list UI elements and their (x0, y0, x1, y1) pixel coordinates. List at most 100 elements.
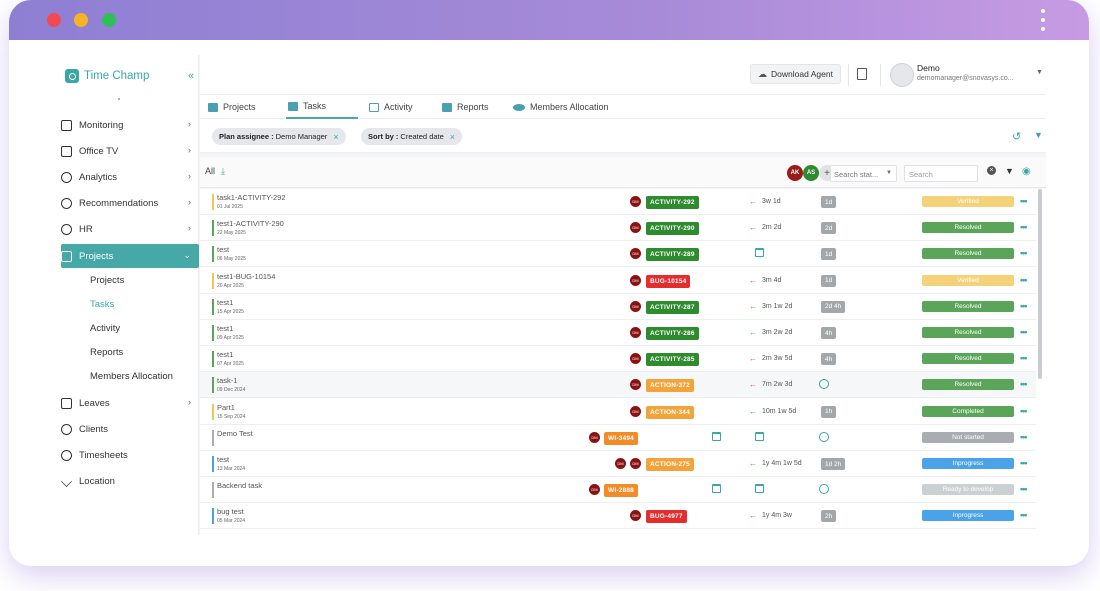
table-row[interactable]: task-1 09 Dec 2024 DM ACTION-372 ← 7m 2w 3d Re… (200, 372, 1036, 399)
task-key-badge[interactable]: ACTIVITY-292 (646, 196, 699, 209)
task-name[interactable]: Backend task (217, 481, 262, 490)
task-key-badge[interactable]: ACTION-372 (646, 379, 694, 393)
window-menu-icon[interactable] (1040, 6, 1046, 34)
status-badge[interactable]: Resolved (922, 353, 1014, 365)
table-row[interactable]: test1-ACTIVITY-290 22 May 2025 DM ACTIVITY-… (200, 215, 1036, 242)
sidebar-item-hr[interactable]: HR › (61, 217, 199, 241)
sidebar-item-analytics[interactable]: Analytics › (61, 165, 199, 189)
more-options-icon[interactable]: ••• (1020, 196, 1028, 206)
status-badge[interactable]: Resolved (922, 222, 1014, 234)
status-badge[interactable]: Verified (922, 274, 1014, 286)
more-options-icon[interactable]: ••• (1020, 327, 1028, 337)
status-badge[interactable]: Inprogress (922, 458, 1014, 469)
status-search-select[interactable]: Search stat... ▼ (830, 165, 897, 182)
avatar[interactable]: AS (803, 165, 819, 181)
task-key-badge[interactable]: WI-2888 (604, 484, 638, 498)
sidebar-item-recommendations[interactable]: Recommendations › (61, 191, 199, 215)
task-key-badge[interactable]: BUG-10154 (646, 274, 691, 288)
table-row[interactable]: task1-ACTIVITY-292 01 Jul 2025 DM ACTIVITY-… (200, 189, 1036, 215)
scrollbar[interactable] (1038, 189, 1042, 379)
task-name[interactable]: test1 (217, 324, 233, 333)
task-key-badge[interactable]: ACTION-344 (646, 405, 694, 419)
sidebar-item-clients[interactable]: Clients (61, 417, 199, 441)
task-name[interactable]: test1-BUG-10154 (217, 272, 275, 281)
sidebar-item-monitoring[interactable]: Monitoring › (61, 113, 199, 137)
more-options-icon[interactable]: ••• (1020, 248, 1028, 258)
status-badge[interactable]: Resolved (922, 327, 1014, 338)
status-badge[interactable]: Verified (922, 196, 1014, 207)
task-name[interactable]: task-1 (217, 376, 237, 385)
tab-reports[interactable]: Reports (442, 95, 489, 119)
status-badge[interactable]: Resolved (922, 248, 1014, 260)
clock-icon[interactable] (819, 484, 829, 495)
table-row[interactable]: bug test 05 Mar 2024 DM BUG-4977 ← 1y 4m 3w 2h… (200, 503, 1036, 530)
collapse-sidebar-icon[interactable]: « (188, 70, 194, 82)
brand-logo[interactable]: Time Champ (65, 68, 149, 84)
table-row[interactable]: test1 15 Apr 2025 DM ACTIVITY-287 ← 3m 1w 2d 2… (200, 293, 1036, 320)
task-name[interactable]: test (217, 245, 229, 254)
sidebar-item-location[interactable]: Location (61, 469, 199, 493)
table-row[interactable]: test1 09 Apr 2025 DM ACTIVITY-286 ← 3m 2w 2d 4… (200, 320, 1036, 346)
avatar[interactable]: DM (630, 300, 641, 312)
task-name[interactable]: test1 (217, 350, 233, 359)
more-options-icon[interactable]: ••• (1020, 353, 1028, 363)
task-key-badge[interactable]: BUG-4977 (646, 510, 687, 524)
task-key-badge[interactable]: ACTIVITY-286 (646, 327, 699, 340)
avatar[interactable]: DM (615, 458, 626, 469)
table-row[interactable]: test 13 Mar 2024 DM DM ACTION-275 ← 1y 4m 1w 5… (200, 451, 1036, 477)
status-badge[interactable]: Resolved (922, 300, 1014, 312)
avatar[interactable]: DM (630, 458, 641, 469)
task-key-badge[interactable]: ACTIVITY-285 (646, 353, 699, 367)
status-badge[interactable]: Resolved (922, 379, 1014, 391)
close-icon[interactable]: × (333, 132, 338, 142)
status-badge[interactable]: Completed (922, 405, 1014, 417)
filter-chip-plan-assignee[interactable]: Plan assignee : Demo Manager × (212, 128, 346, 145)
avatar[interactable]: DM (589, 484, 600, 496)
avatar[interactable]: DM (630, 405, 641, 417)
avatar[interactable]: DM (630, 379, 641, 391)
more-options-icon[interactable]: ••• (1020, 458, 1028, 468)
filter-chip-sort-by[interactable]: Sort by : Created date × (361, 128, 463, 145)
tab-members-allocation[interactable]: Members Allocation (513, 95, 609, 119)
clock-icon[interactable] (819, 379, 829, 390)
more-options-icon[interactable]: ••• (1020, 222, 1028, 232)
calendar-icon[interactable] (755, 431, 764, 441)
task-key-badge[interactable]: ACTIVITY-287 (646, 300, 699, 314)
avatar[interactable]: DM (630, 510, 641, 522)
close-icon[interactable]: × (450, 132, 455, 142)
avatar[interactable]: DM (630, 353, 641, 365)
filter-icon[interactable]: ▼ (1034, 130, 1043, 140)
sidebar-subitem-members-allocation[interactable]: Members Allocation (90, 371, 173, 382)
tab-activity[interactable]: Activity (369, 95, 413, 119)
sidebar-item-projects[interactable]: Projects ⌄ (61, 244, 199, 268)
avatar[interactable]: DM (630, 274, 641, 286)
tab-tasks[interactable]: Tasks (286, 95, 358, 119)
chevron-down-icon[interactable]: ▼ (1036, 69, 1043, 76)
task-key-badge[interactable]: WI-3494 (604, 431, 638, 445)
task-name[interactable]: Demo Test (217, 429, 253, 438)
task-name[interactable]: test1 (217, 298, 233, 307)
task-name[interactable]: Part1 (217, 403, 235, 412)
status-badge[interactable]: Ready to develop (922, 484, 1014, 496)
search-input[interactable]: Search (904, 165, 978, 182)
download-agent-button[interactable]: ☁ Download Agent (750, 64, 841, 84)
sidebar-subitem-activity[interactable]: Activity (90, 323, 120, 334)
status-badge[interactable]: Not started (922, 431, 1014, 443)
task-key-badge[interactable]: ACTION-275 (646, 458, 694, 471)
table-row[interactable]: Part1 15 Sep 2024 DM ACTION-344 ← 10m 1w 5d 1h… (200, 398, 1036, 425)
sidebar-subitem-reports[interactable]: Reports (90, 347, 123, 358)
eye-icon[interactable]: ◉ (1022, 166, 1031, 177)
status-badge[interactable]: Inprogress (922, 510, 1014, 522)
table-row[interactable]: Demo Test DM WI-3494 Not started ••• (200, 424, 1036, 451)
filter-icon[interactable]: ▼ (1005, 166, 1014, 176)
clear-icon[interactable]: × (987, 166, 996, 175)
task-name[interactable]: bug test (217, 507, 244, 516)
clock-icon[interactable] (819, 431, 829, 442)
reset-icon[interactable]: ↺ (1012, 130, 1021, 143)
table-row[interactable]: Backend task DM WI-2888 Ready to develop ••• (200, 477, 1036, 504)
table-row[interactable]: test 06 May 2025 DM ACTIVITY-289 1d Resolved •… (200, 241, 1036, 268)
sidebar-item-leaves[interactable]: Leaves › (61, 391, 199, 415)
document-icon[interactable] (857, 68, 867, 80)
calendar-icon[interactable] (712, 484, 721, 494)
table-row[interactable]: test1 07 Apr 2025 DM ACTIVITY-285 ← 2m 3w 5d 4… (200, 346, 1036, 373)
